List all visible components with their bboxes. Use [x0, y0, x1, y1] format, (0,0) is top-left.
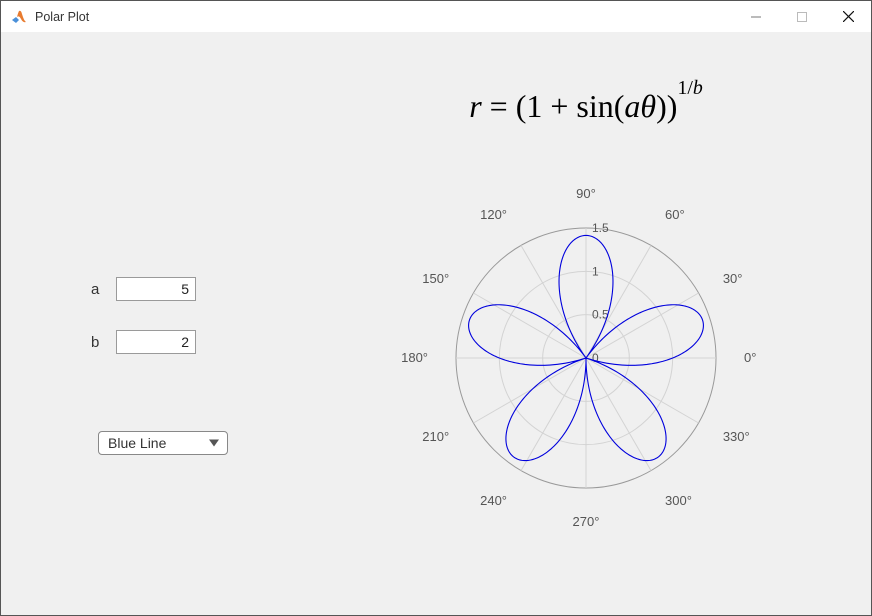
angle-tick-30: 30°: [723, 271, 743, 286]
matlab-icon: [11, 9, 27, 25]
minimize-button[interactable]: [733, 1, 779, 33]
line-style-selected: Blue Line: [108, 435, 166, 451]
chevron-down-icon: [209, 440, 219, 447]
line-style-dropdown[interactable]: Blue Line: [98, 431, 228, 455]
r-tick-1p5: 1.5: [592, 221, 609, 235]
window-controls: [733, 1, 871, 33]
angle-tick-180: 180°: [401, 350, 428, 365]
angle-tick-60: 60°: [665, 207, 685, 222]
param-a-input[interactable]: [116, 277, 196, 301]
chart-area: r = (1 + sin(aθ))1/b 0° 30° 60° 90° 120° 150°…: [311, 53, 861, 608]
window-title: Polar Plot: [35, 10, 89, 24]
angle-tick-330: 330°: [723, 429, 750, 444]
angle-tick-90: 90°: [576, 186, 596, 201]
chart-title-formula: r = (1 + sin(aθ))1/b: [469, 88, 703, 125]
maximize-button[interactable]: [779, 1, 825, 33]
angle-tick-270: 270°: [573, 514, 600, 529]
angle-tick-120: 120°: [480, 207, 507, 222]
param-b-label: b: [91, 334, 99, 351]
angle-tick-240: 240°: [480, 493, 507, 508]
param-a-label: a: [91, 281, 99, 298]
angle-tick-300: 300°: [665, 493, 692, 508]
close-button[interactable]: [825, 1, 871, 33]
polar-plot: 0° 30° 60° 90° 120° 150° 180° 210° 240° 270° 300° 3…: [311, 148, 861, 608]
param-b-input[interactable]: [116, 330, 196, 354]
titlebar: Polar Plot: [1, 1, 871, 33]
r-tick-1: 1: [592, 264, 599, 278]
angle-tick-150: 150°: [422, 271, 449, 286]
app-client-area: a b Blue Line r = (1 + sin(aθ))1/b 0° 30°…: [1, 33, 871, 615]
angle-tick-0: 0°: [744, 350, 756, 365]
angle-tick-210: 210°: [422, 429, 449, 444]
